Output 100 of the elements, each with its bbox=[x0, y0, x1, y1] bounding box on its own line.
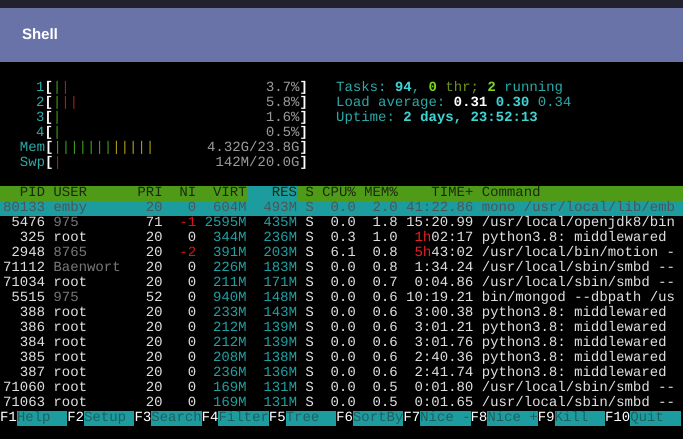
table-row[interactable]: 325 root 20 0 344M 236M S 0.3 1.0 1h02:17 python3.8: middlewared bbox=[0, 231, 683, 246]
table-cell-text: 3:01.76 bbox=[414, 336, 474, 351]
table-cell-text: 325 bbox=[18, 231, 45, 246]
table-cell-text: 52 bbox=[144, 291, 163, 306]
table-row[interactable]: 71112 Baenwort 20 0 226M 183M S 0.0 0.8 1:34.24 /usr/local/sbin/smbd -- bbox=[0, 261, 683, 276]
table-cell: S bbox=[305, 336, 314, 351]
table-cell-text: 388 bbox=[18, 306, 45, 321]
table-cell-text: 0.0 bbox=[330, 381, 356, 396]
column-header[interactable]: VIRT bbox=[204, 186, 247, 201]
meter-bar-text: | bbox=[52, 126, 62, 141]
table-cell-text: 0 bbox=[186, 321, 196, 336]
meter-label: 2 bbox=[35, 96, 44, 111]
table-cell: 71063 bbox=[3, 396, 45, 411]
table-cell: 71112 bbox=[3, 261, 45, 276]
meter-value: 142M/20.0G bbox=[215, 156, 300, 171]
stats-line: Tasks: 94, 0 thr; 2 running bbox=[336, 81, 564, 96]
meter-value: 1.6% bbox=[266, 111, 300, 126]
table-cell: S bbox=[305, 201, 314, 216]
table-cell-text: 0.0 bbox=[330, 321, 356, 336]
table-cell-text: 0 bbox=[186, 351, 196, 366]
table-cell: S bbox=[305, 291, 314, 306]
meter-value: 4.32G/23.8G bbox=[207, 141, 300, 156]
table-cell-text: 0.0 bbox=[330, 306, 356, 321]
meter-label: Mem bbox=[20, 141, 45, 156]
table-cell-text: 975 bbox=[53, 291, 80, 306]
table-cell: 80133 bbox=[3, 201, 45, 216]
table-cell-text: root bbox=[53, 366, 88, 381]
column-header[interactable]: PID bbox=[3, 186, 45, 201]
meter-bracket: [ bbox=[45, 156, 54, 171]
table-row[interactable]: 388 root 20 0 233M 143M S 0.0 0.6 3:00.38 python3.8: middlewared bbox=[0, 306, 683, 321]
table-row[interactable]: 71034 root 20 0 211M 171M S 0.0 0.7 0:04.86 /usr/local/sbin/smbd -- bbox=[0, 276, 683, 291]
table-cell-text: 0.6 bbox=[372, 291, 398, 306]
table-row[interactable]: 384 root 20 0 212M 139M S 0.0 0.6 3:01.76 python3.8: middlewared bbox=[0, 336, 683, 351]
table-cell-text: 0 bbox=[186, 291, 196, 306]
table-row[interactable]: 387 root 20 0 236M 136M S 0.0 0.6 2:41.74 python3.8: middlewared bbox=[0, 366, 683, 381]
table-cell-text: 0.0 bbox=[330, 261, 356, 276]
table-cell-text: /usr/local/sbin/smbd -- bbox=[482, 381, 676, 396]
table-row[interactable]: 5515 975 52 0 940M 148M S 0.0 0.6 10:19.21 bin/mongod --dbpath /us bbox=[0, 291, 683, 306]
table-cell-text: python3.8: middlewared bbox=[482, 306, 668, 321]
table-cell-text: 0:01.80 bbox=[414, 381, 474, 396]
table-cell-text: 0.5 bbox=[372, 396, 398, 411]
table-cell-text: bin/mongod --dbpath /us bbox=[482, 291, 676, 306]
column-header[interactable]: CPU% bbox=[322, 186, 356, 201]
table-cell-text: python3.8: middlewared bbox=[482, 231, 668, 246]
meter-bar-text: | bbox=[52, 81, 62, 96]
table-cell-text: 0:01.65 bbox=[414, 396, 474, 411]
column-header[interactable]: MEM% bbox=[364, 186, 398, 201]
column-header[interactable]: USER bbox=[53, 186, 129, 201]
table-cell-text: 20 bbox=[144, 351, 163, 366]
table-cell-text: 384 bbox=[18, 336, 45, 351]
table-cell: S bbox=[305, 261, 314, 276]
table-row[interactable]: 386 root 20 0 212M 139M S 0.0 0.6 3:01.21 python3.8: middlewared bbox=[0, 321, 683, 336]
table-cell-text: 171M bbox=[262, 276, 297, 291]
table-cell-text: 493M bbox=[262, 201, 297, 216]
table-cell-text: root bbox=[53, 321, 88, 336]
table-row[interactable]: 5476 975 71 -1 2595M 435M S 0.0 1.8 15:20.99 /usr/local/openjdk8/bin bbox=[0, 216, 683, 231]
table-cell-text: 183M bbox=[262, 261, 297, 276]
table-cell-text: 0.5 bbox=[372, 381, 398, 396]
table-cell-text: 138M bbox=[262, 351, 297, 366]
table-cell-text: 0.0 bbox=[330, 351, 356, 366]
table-cell-text: 604M bbox=[212, 201, 247, 216]
table-cell-text: 20 bbox=[144, 321, 163, 336]
table-cell-text: 236M bbox=[262, 231, 297, 246]
column-header[interactable]: RES bbox=[246, 186, 297, 201]
table-cell-text: 385 bbox=[18, 351, 45, 366]
table-row[interactable]: 2948 8765 20 -2 391M 203M S 6.1 0.8 5h43:02 /usr/local/bin/motion - bbox=[0, 246, 683, 261]
table-cell-text: 0 bbox=[186, 201, 196, 216]
table-cell-text: 139M bbox=[262, 336, 297, 351]
table-cell-text: 143M bbox=[262, 306, 297, 321]
table-cell-text: 20 bbox=[144, 201, 163, 216]
stats-line: Uptime: 2 days, 23:52:13 bbox=[336, 111, 539, 126]
meter-bar-text: | bbox=[52, 111, 62, 126]
meter-bar-text: ||||| bbox=[112, 141, 154, 156]
table-row[interactable]: 385 root 20 0 208M 138M S 0.0 0.6 2:40.36 python3.8: middlewared bbox=[0, 351, 683, 366]
table-cell-text: root bbox=[53, 306, 88, 321]
column-header[interactable]: TIME+ bbox=[406, 186, 474, 201]
table-row[interactable]: 71063 root 20 0 169M 131M S 0.0 0.5 0:01.65 /usr/local/sbin/smbd -- bbox=[0, 396, 683, 411]
table-cell-text: 344M bbox=[212, 231, 247, 246]
table-row[interactable]: 71060 root 20 0 169M 131M S 0.0 0.5 0:01.80 /usr/local/sbin/smbd -- bbox=[0, 381, 683, 396]
table-cell-text: 0.6 bbox=[372, 306, 398, 321]
meter-bracket: ] bbox=[299, 96, 308, 111]
table-cell-text: 131M bbox=[262, 381, 297, 396]
table-cell-text: root bbox=[53, 231, 88, 246]
table-cell-text: 0.3 bbox=[330, 231, 356, 246]
table-cell-text: 0.6 bbox=[372, 336, 398, 351]
table-cell-text: 8765 bbox=[53, 246, 88, 261]
table-cell-text: 435M bbox=[262, 216, 297, 231]
table-cell-text: 0.8 bbox=[372, 246, 398, 261]
table-cell-text: 20 bbox=[144, 276, 163, 291]
meter-bracket: [ bbox=[44, 126, 53, 141]
table-cell-text: 3:00.38 bbox=[414, 306, 474, 321]
table-cell-text: 20 bbox=[144, 381, 163, 396]
column-header[interactable]: PRI bbox=[137, 186, 163, 201]
table-cell-text: 211M bbox=[212, 276, 247, 291]
meter-bracket: [ bbox=[45, 141, 54, 156]
table-cell-text: 5h43:02 bbox=[413, 246, 474, 261]
column-header[interactable]: NI bbox=[170, 186, 196, 201]
table-cell-text: python3.8: middlewared bbox=[482, 351, 668, 366]
column-header[interactable]: S bbox=[305, 186, 314, 201]
column-header[interactable]: Command bbox=[482, 186, 680, 201]
